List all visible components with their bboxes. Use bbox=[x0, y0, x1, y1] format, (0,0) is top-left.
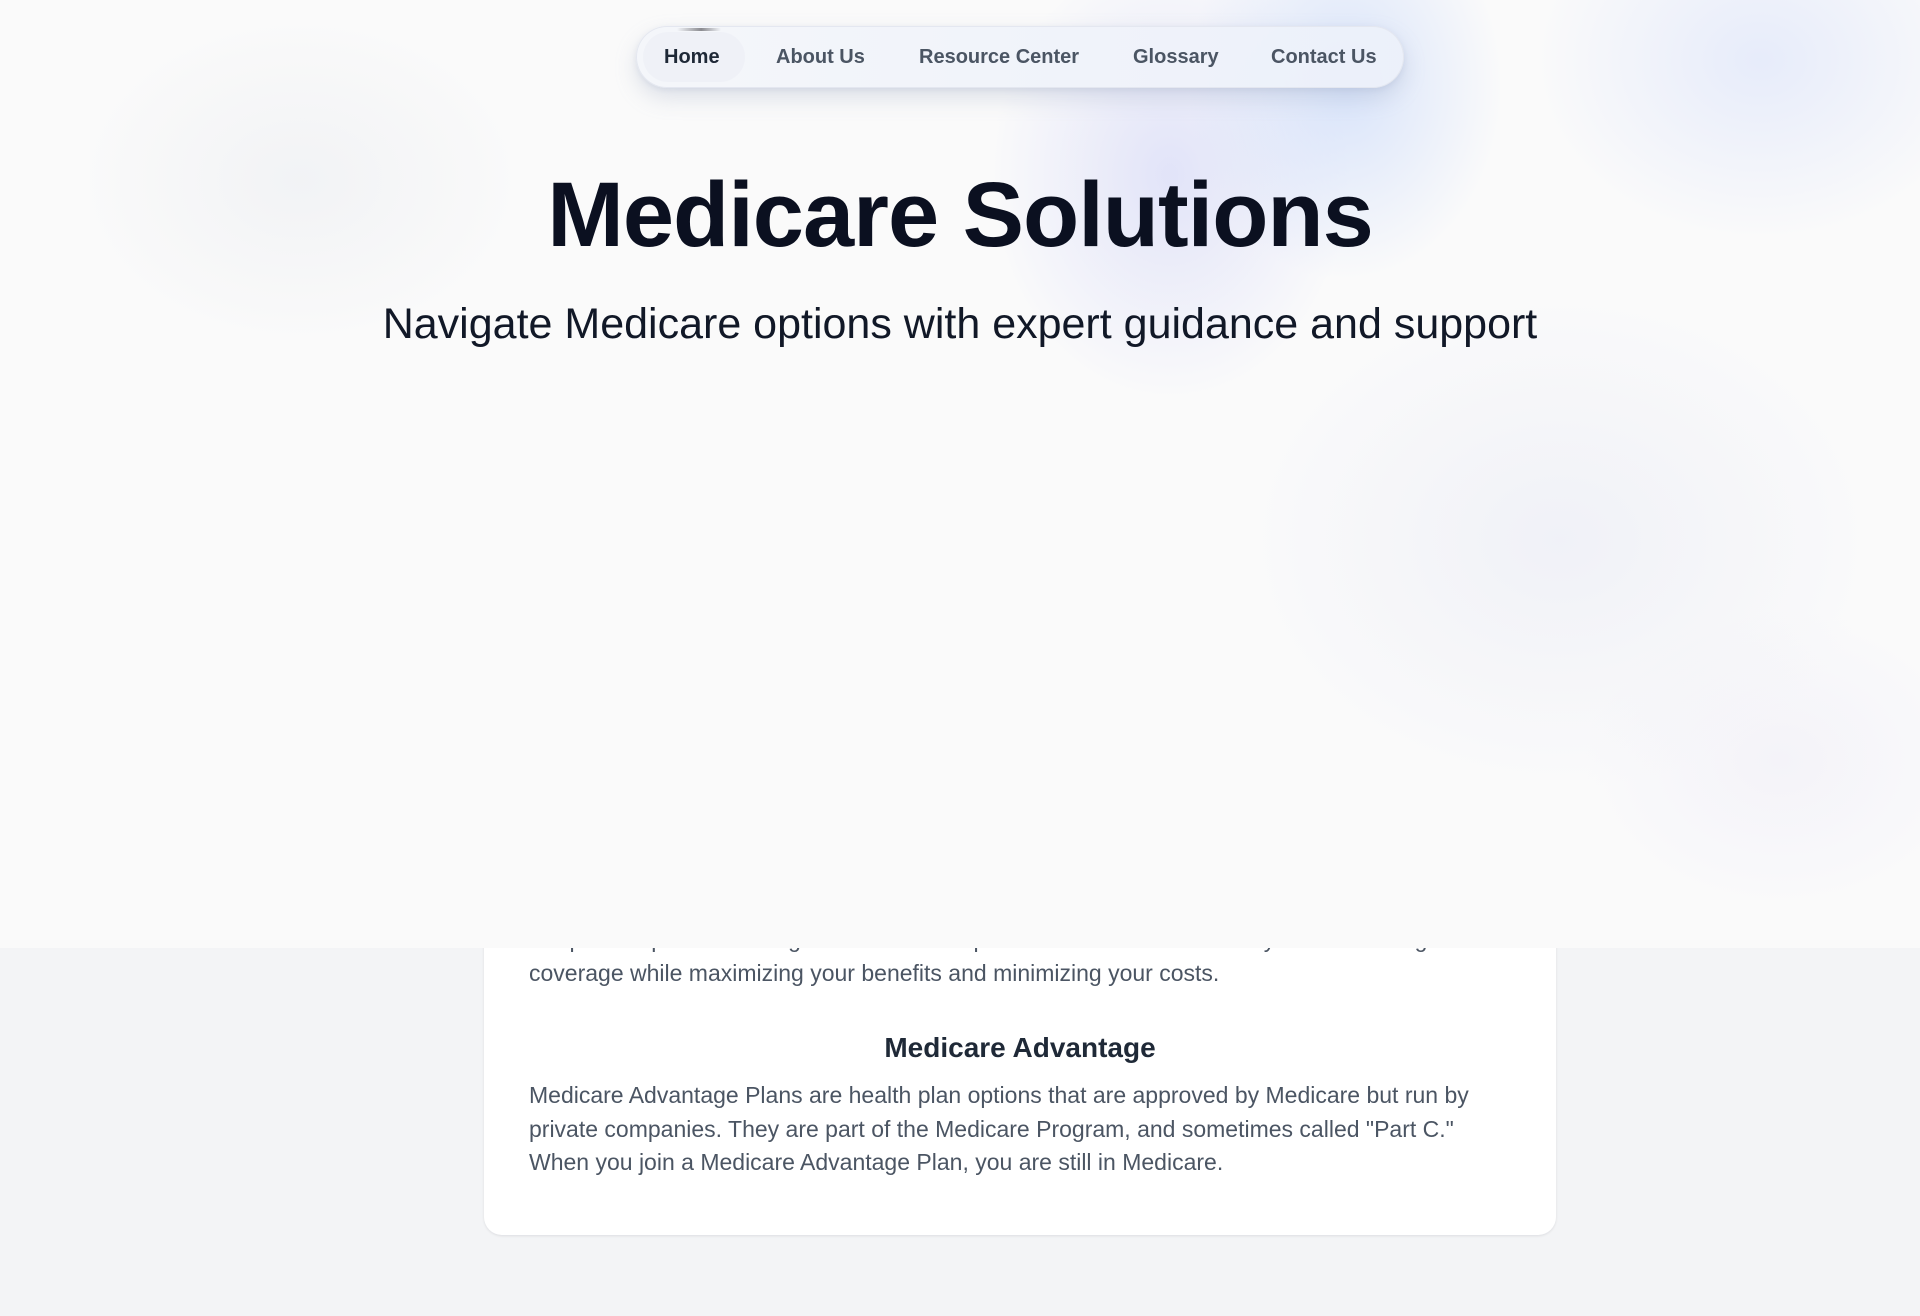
page-title: Medicare Solutions bbox=[547, 164, 1374, 266]
nav-item-home[interactable]: Home bbox=[664, 27, 720, 87]
section-heading: Medicare Advantage bbox=[884, 1032, 1156, 1063]
nav-item-about-us[interactable]: About Us bbox=[776, 27, 865, 87]
page-subtitle: Navigate Medicare options with expert gu… bbox=[382, 300, 1538, 348]
nav-item-resource-center[interactable]: Resource Center bbox=[919, 27, 1079, 87]
nav-item-glossary[interactable]: Glossary bbox=[1133, 27, 1219, 87]
page: We provide personalized guidance on all … bbox=[0, 0, 1920, 1316]
hero-section: Home About Us Resource Center Glossary C… bbox=[0, 0, 1920, 948]
main-navigation: Home About Us Resource Center Glossary C… bbox=[636, 26, 1404, 88]
section-body: Medicare Advantage Plans are health plan… bbox=[529, 1082, 1469, 1175]
nav-item-contact-us[interactable]: Contact Us bbox=[1271, 27, 1377, 87]
